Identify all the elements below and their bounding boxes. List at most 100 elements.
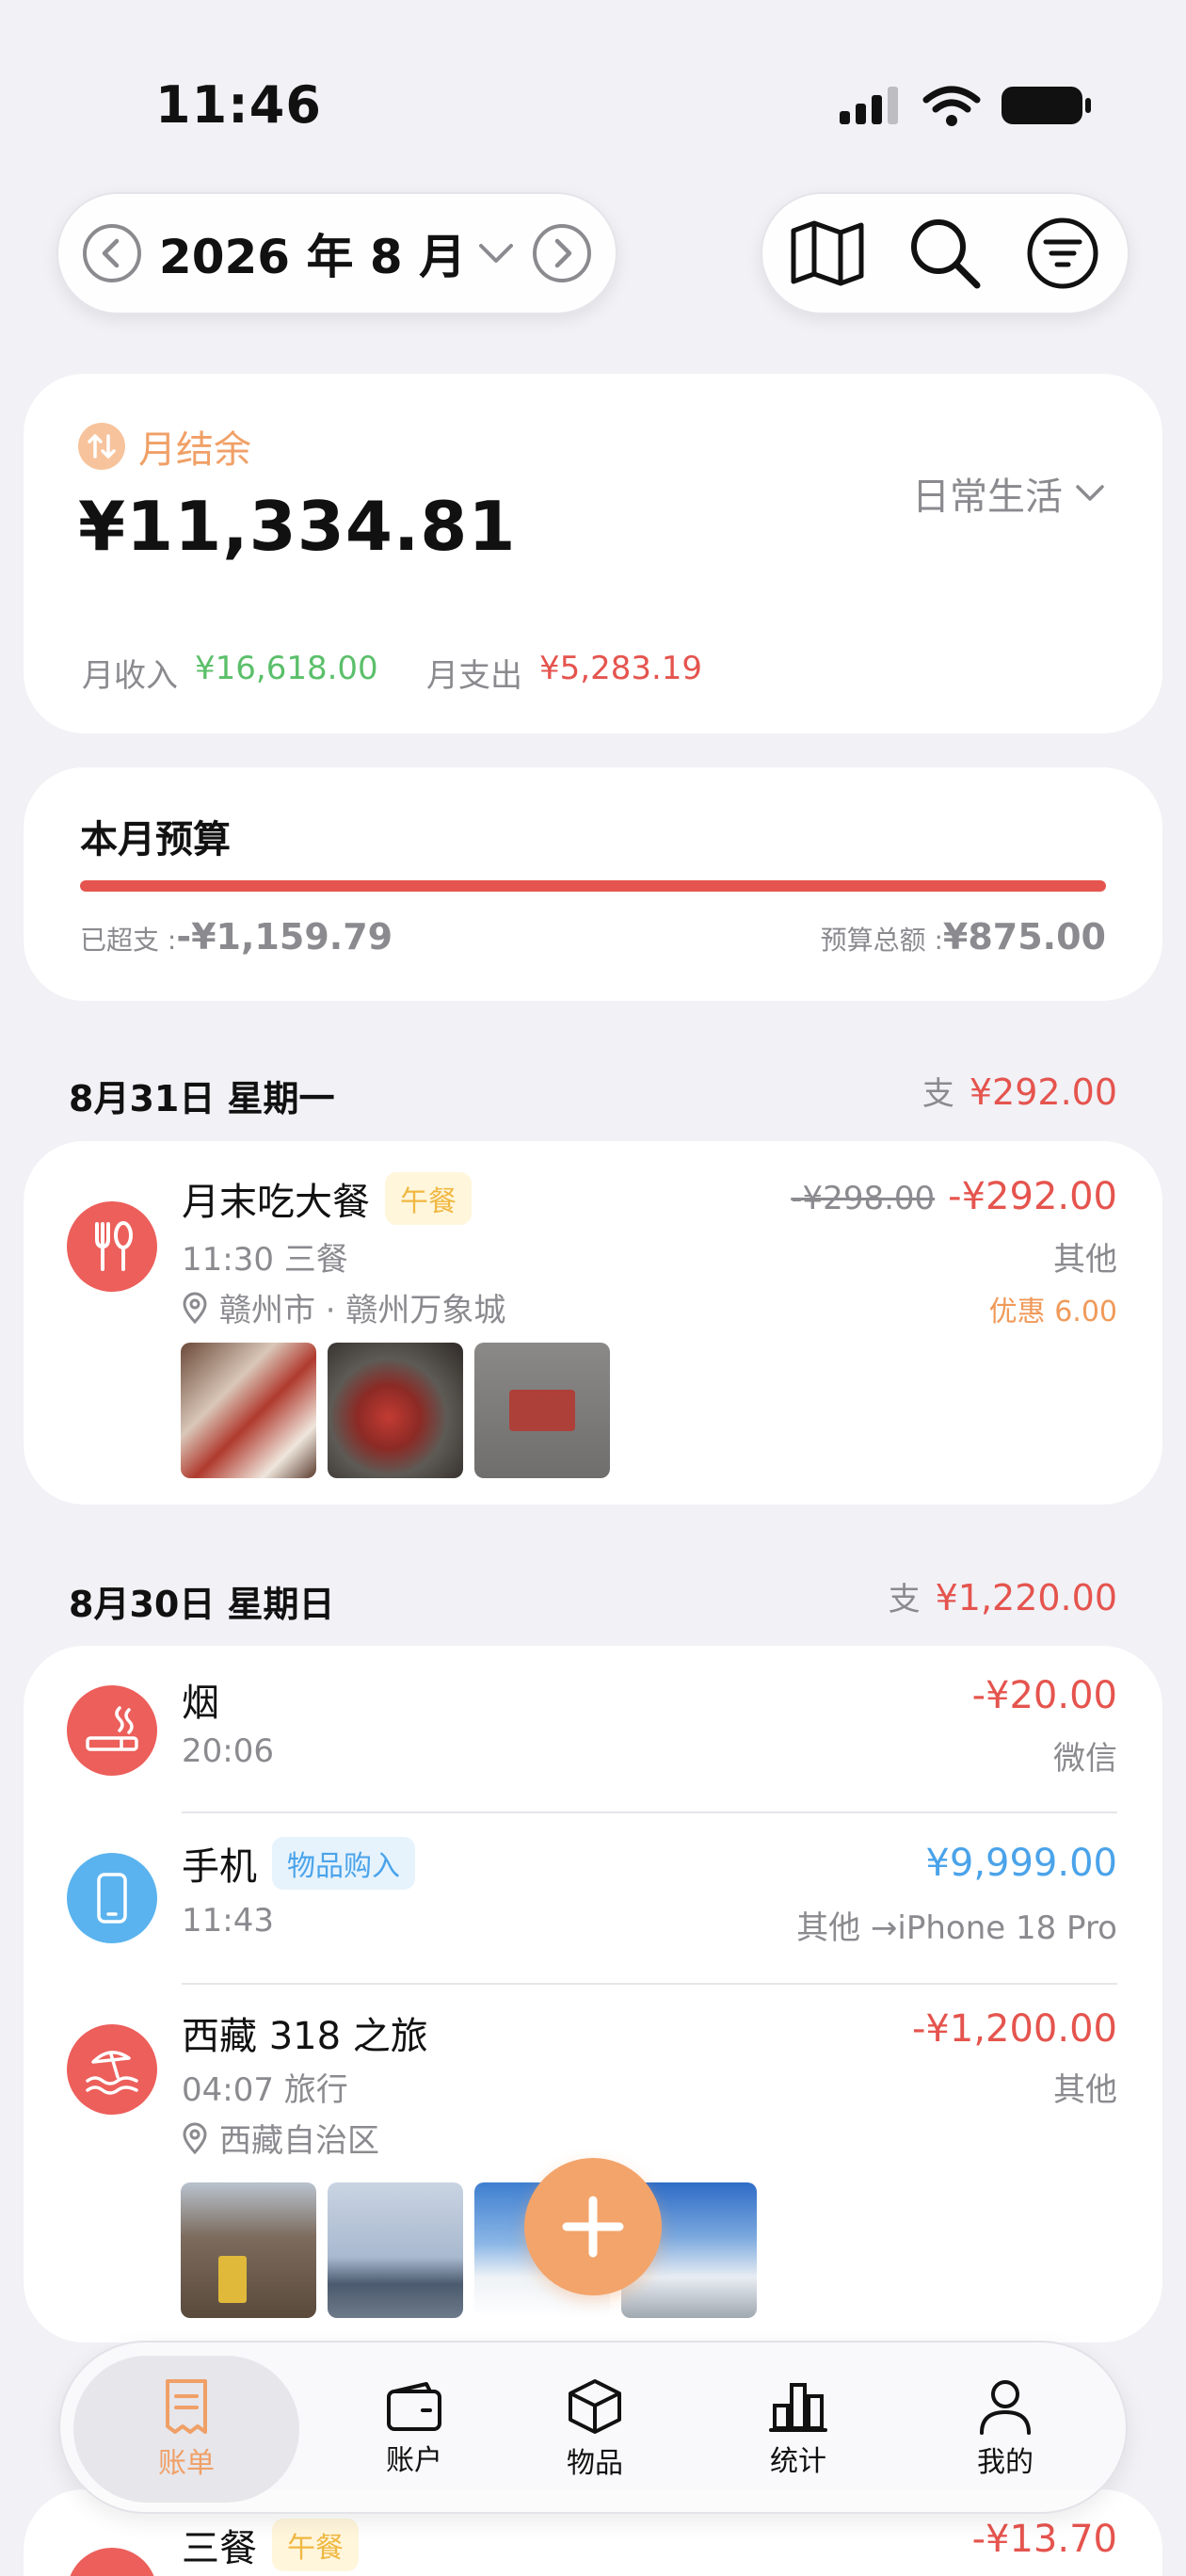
- ledger-selector[interactable]: 日常生活: [912, 466, 1106, 521]
- search-button[interactable]: [903, 211, 987, 296]
- person-icon: [980, 2380, 1031, 2435]
- transaction-tag: 午餐: [272, 2519, 359, 2571]
- transaction-time-category: 04:07 旅行: [182, 2071, 348, 2109]
- photo-strip: [181, 2182, 757, 2318]
- transaction-account: 其他 →iPhone 18 Pro: [796, 1909, 1117, 1947]
- income-value: ¥16,618.00: [195, 650, 378, 687]
- income-label: 月收入: [82, 657, 178, 695]
- cellular-signal-icon: [840, 87, 898, 124]
- transaction-title-row: 月末吃大餐 午餐: [182, 1171, 472, 1226]
- chevron-right-icon: [532, 224, 591, 282]
- budget-over-label: 已超支 :: [80, 925, 177, 956]
- next-month-button[interactable]: [531, 222, 593, 284]
- plus-icon: [562, 2196, 624, 2258]
- transaction-row[interactable]: 手机 物品购入 11:43 ¥9,999.00 其他 →iPhone 18 Pr…: [24, 1813, 1162, 1983]
- monthly-summary-card[interactable]: 月结余 ¥11,334.81 日常生活 月收入 ¥16,618.00 月支出 ¥…: [24, 374, 1162, 733]
- budget-total-value: ¥875.00: [942, 916, 1106, 958]
- add-transaction-button[interactable]: [524, 2158, 662, 2295]
- photo-thumbnail[interactable]: [474, 1343, 610, 1478]
- filter-icon: [1027, 217, 1098, 289]
- month-label: 2026 年 8 月: [158, 230, 467, 284]
- tab-label: 账单: [158, 2447, 215, 2480]
- transaction-title-row: 三餐 午餐: [182, 2518, 359, 2572]
- search-icon: [911, 219, 981, 289]
- transfer-arrows-icon: [78, 423, 125, 470]
- photo-thumbnail[interactable]: [328, 2182, 463, 2318]
- tab-label: 物品: [567, 2447, 623, 2480]
- location-text: 赣州市 · 赣州万象城: [219, 1292, 506, 1329]
- expense-label: 月支出: [426, 657, 522, 695]
- day-total-value: ¥292.00: [969, 1071, 1117, 1113]
- tab-bills[interactable]: 账单: [73, 2343, 299, 2516]
- transaction-time-category: 11:30 三餐: [182, 1241, 348, 1279]
- transaction-amount: -¥292.00: [948, 1175, 1117, 1218]
- transaction-title: 烟: [182, 1682, 219, 1725]
- day-card: 月末吃大餐 午餐 11:30 三餐 赣州市 · 赣州万象城 -¥298.00 -…: [24, 1141, 1162, 1505]
- tab-profile[interactable]: 我的: [921, 2343, 1090, 2516]
- tab-accounts[interactable]: 账户: [329, 2343, 499, 2516]
- transaction-time-category: 11:43: [182, 1902, 274, 1940]
- chart-icon: [769, 2383, 827, 2432]
- expense-row: 月支出 ¥5,283.19: [426, 650, 702, 696]
- transaction-title: 手机: [182, 1845, 257, 1889]
- map-icon: [791, 220, 864, 286]
- tab-stats[interactable]: 统计: [713, 2343, 883, 2516]
- transaction-tag: 午餐: [385, 1172, 472, 1225]
- transaction-account: 其他: [1053, 2071, 1117, 2109]
- income-row: 月收入 ¥16,618.00: [82, 650, 378, 696]
- transaction-amount-row: -¥298.00 -¥292.00: [791, 1175, 1117, 1218]
- tab-label: 统计: [770, 2445, 826, 2478]
- budget-progress-bar: [80, 880, 1106, 892]
- transaction-location: 赣州市 · 赣州万象城: [182, 1284, 505, 1330]
- transaction-tag: 物品购入: [272, 1837, 415, 1890]
- photo-thumbnail[interactable]: [328, 1343, 463, 1478]
- transaction-row[interactable]: 月末吃大餐 午餐 11:30 三餐 赣州市 · 赣州万象城 -¥298.00 -…: [24, 1141, 1162, 1505]
- day-total: 支 ¥1,220.00: [889, 1573, 1117, 1619]
- prev-month-button[interactable]: [81, 222, 143, 284]
- transaction-account: 其他: [1053, 1241, 1117, 1279]
- battery-icon: [1002, 87, 1091, 124]
- location-pin-icon: [183, 2122, 207, 2154]
- tab-items[interactable]: 物品: [510, 2343, 680, 2516]
- day-total-value: ¥1,220.00: [935, 1577, 1117, 1618]
- day-total-prefix: 支: [922, 1075, 954, 1113]
- transaction-amount: -¥13.70: [971, 2518, 1117, 2561]
- day-total-prefix: 支: [888, 1581, 921, 1618]
- map-button[interactable]: [785, 211, 870, 296]
- status-icons: [840, 85, 1092, 126]
- photo-strip: [181, 1343, 610, 1478]
- budget-card[interactable]: 本月预算 已超支 : -¥1,159.79 预算总额 : ¥875.00: [24, 767, 1162, 1001]
- tab-label: 我的: [977, 2446, 1034, 2479]
- location-pin-icon: [183, 1292, 207, 1324]
- transaction-amount: -¥20.00: [971, 1674, 1117, 1717]
- beach-icon: [67, 2024, 157, 2115]
- transaction-amount: ¥9,999.00: [925, 1842, 1117, 1885]
- tab-label: 账户: [386, 2444, 442, 2477]
- transaction-amount: -¥1,200.00: [911, 2007, 1117, 2051]
- ledger-label: 日常生活: [912, 475, 1063, 519]
- transaction-discount: 优惠 6.00: [988, 1296, 1117, 1328]
- filter-button[interactable]: [1020, 211, 1105, 296]
- status-time: 11:46: [155, 75, 322, 135]
- photo-thumbnail[interactable]: [181, 1343, 316, 1478]
- budget-title: 本月预算: [80, 818, 231, 861]
- location-text: 西藏自治区: [219, 2122, 379, 2160]
- month-selector: 2026 年 8 月: [56, 192, 617, 314]
- tab-bar: 账单 账户 物品 统计 我的: [58, 2341, 1128, 2514]
- transaction-account: 微信: [1053, 1740, 1117, 1778]
- day-header-date: 8月30日 星期日: [69, 1584, 335, 1625]
- chevron-down-icon: [479, 244, 514, 263]
- phone-icon: [67, 1853, 157, 1943]
- transaction-title: 西藏 318 之旅: [182, 2015, 428, 2058]
- box-icon: [569, 2379, 621, 2434]
- transaction-row[interactable]: 烟 20:06 -¥20.00 微信: [24, 1646, 1162, 1811]
- budget-over-value: -¥1,159.79: [176, 916, 393, 958]
- transaction-title: 月末吃大餐: [182, 1181, 370, 1224]
- balance-label-row: 月结余: [78, 419, 251, 474]
- original-amount: -¥298.00: [791, 1180, 936, 1217]
- month-dropdown[interactable]: 2026 年 8 月: [159, 219, 515, 287]
- budget-total: 预算总额 : ¥875.00: [821, 916, 1106, 958]
- bill-icon: [166, 2379, 207, 2434]
- photo-thumbnail[interactable]: [181, 2182, 316, 2318]
- expense-value: ¥5,283.19: [539, 650, 703, 687]
